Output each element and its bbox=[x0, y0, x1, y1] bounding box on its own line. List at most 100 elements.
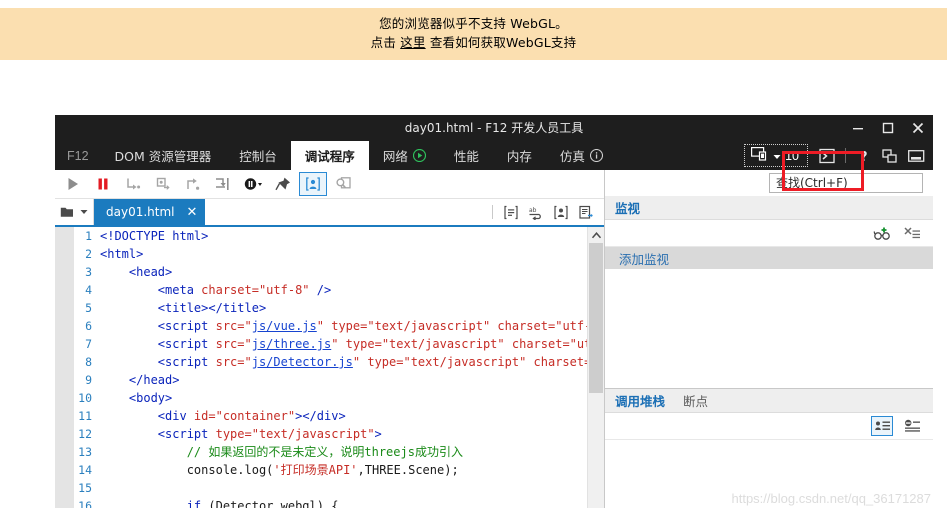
break-on-exceptions-button[interactable] bbox=[239, 172, 267, 196]
breakpoint-gutter[interactable] bbox=[55, 227, 74, 508]
file-tab-close-icon[interactable]: ✕ bbox=[187, 206, 198, 219]
tab-emulation[interactable]: 仿真 bbox=[546, 141, 617, 170]
show-external-code-button[interactable] bbox=[871, 416, 893, 436]
delete-all-watches-button[interactable] bbox=[901, 223, 923, 243]
code-line: 9 </head> bbox=[74, 371, 604, 389]
close-button[interactable] bbox=[903, 115, 933, 141]
code-token: charset= bbox=[201, 283, 259, 297]
line-number: 8 bbox=[85, 355, 92, 369]
code-line-text: <meta charset="utf-8" /> bbox=[100, 281, 331, 299]
code-token: src= bbox=[215, 355, 245, 369]
continue-button[interactable] bbox=[59, 172, 87, 196]
file-tab-row: day01.html ✕ ab bbox=[55, 199, 604, 227]
breakpoints-tab[interactable]: 断点 bbox=[683, 391, 708, 410]
code-token: (Detector.webgl) { bbox=[208, 499, 339, 508]
tab-network[interactable]: 网络 bbox=[369, 141, 440, 170]
code-token: type= bbox=[324, 319, 368, 333]
code-editor[interactable]: 1 <!DOCTYPE html> 2 <html> 3 <head> 4 <meta c… bbox=[55, 227, 604, 508]
tab-console[interactable]: 控制台 bbox=[225, 141, 291, 170]
tab-debugger[interactable]: 调试程序 bbox=[290, 141, 369, 170]
code-token: type= bbox=[338, 337, 382, 351]
code-line-text: // 如果返回的不是未定义，说明threejs成功引入 bbox=[100, 443, 463, 461]
code-line: 11 <div id="container"></div> bbox=[74, 407, 604, 425]
code-token: <div bbox=[157, 409, 194, 423]
code-token: type= bbox=[215, 427, 252, 441]
code-line-text: </head> bbox=[100, 371, 180, 389]
callstack-list[interactable]: https://blog.csdn.net/qq_36171287 bbox=[605, 440, 933, 508]
step-out-button[interactable] bbox=[179, 172, 207, 196]
code-token: ,THREE.Scene); bbox=[357, 463, 459, 477]
file-tab-day01[interactable]: day01.html ✕ bbox=[94, 199, 206, 225]
code-token: js/Detector.js bbox=[251, 355, 353, 369]
code-token: <script bbox=[157, 355, 216, 369]
break-on-new-worker-button[interactable] bbox=[209, 172, 237, 196]
search-input[interactable] bbox=[770, 174, 922, 192]
code-line: 1 <!DOCTYPE html> bbox=[74, 227, 604, 245]
f12-devtools-window: day01.html - F12 开发人员工具 F12 DOM 资源管理器 控制… bbox=[55, 115, 933, 508]
play-icon bbox=[68, 178, 78, 190]
source-map-icon bbox=[554, 205, 568, 219]
search-bar-row bbox=[605, 170, 933, 196]
undock-button[interactable] bbox=[877, 144, 903, 168]
toolbar-separator bbox=[845, 148, 846, 163]
tab-console-label: 控制台 bbox=[239, 149, 277, 164]
code-token: "text/javascript" bbox=[367, 319, 491, 333]
step-into-button[interactable] bbox=[149, 172, 177, 196]
code-line-text: <body> bbox=[100, 389, 172, 407]
hide-frames-button[interactable] bbox=[901, 416, 923, 436]
window-controls bbox=[843, 115, 933, 141]
line-number: 9 bbox=[85, 373, 92, 387]
pause-icon bbox=[98, 178, 108, 190]
code-line-text: console.log('打印场景API',THREE.Scene); bbox=[100, 461, 459, 479]
tab-performance[interactable]: 性能 bbox=[440, 141, 493, 170]
chevron-up-icon bbox=[591, 231, 601, 238]
pin-callstack-button[interactable] bbox=[269, 172, 297, 196]
webgl-help-link[interactable]: 这里 bbox=[400, 35, 425, 50]
tab-dom-explorer[interactable]: DOM 资源管理器 bbox=[101, 141, 226, 170]
show-external-code-icon bbox=[874, 421, 890, 430]
maximize-button[interactable] bbox=[873, 115, 903, 141]
help-button[interactable]: ? bbox=[851, 144, 877, 168]
pretty-print-button[interactable] bbox=[499, 201, 523, 223]
code-token: <!DOCTYPE html> bbox=[100, 229, 209, 243]
code-vertical-scrollbar[interactable] bbox=[587, 227, 604, 508]
add-watch-row[interactable]: 添加监视 bbox=[605, 247, 933, 269]
go-to-source-button[interactable] bbox=[574, 201, 598, 223]
tab-f12-label: F12 bbox=[67, 148, 89, 163]
callstack-tab[interactable]: 调用堆栈 bbox=[615, 391, 665, 410]
code-token: "text/javascript" bbox=[403, 355, 527, 369]
step-over-button[interactable] bbox=[119, 172, 147, 196]
break-all-button[interactable] bbox=[89, 172, 117, 196]
word-wrap-button[interactable]: ab bbox=[524, 201, 548, 223]
watch-list[interactable] bbox=[605, 269, 933, 389]
scrollbar-thumb[interactable] bbox=[589, 243, 603, 393]
tab-f12[interactable]: F12 bbox=[55, 141, 101, 170]
line-number: 14 bbox=[78, 463, 92, 477]
code-token: "utf-8" bbox=[258, 283, 310, 297]
open-file-button[interactable] bbox=[55, 199, 94, 225]
just-my-code-button[interactable] bbox=[299, 172, 327, 196]
add-watch-button[interactable] bbox=[871, 223, 893, 243]
watch-tab[interactable]: 监视 bbox=[615, 198, 640, 217]
search-box[interactable] bbox=[769, 173, 923, 193]
source-pane: day01.html ✕ ab 1 <!DOCTYPE html> 2 <htm… bbox=[55, 170, 605, 508]
tab-network-label: 网络 bbox=[382, 149, 408, 164]
editor-tools-separator bbox=[492, 205, 493, 219]
line-number: 12 bbox=[78, 427, 92, 441]
code-token: /> bbox=[309, 283, 332, 297]
console-toggle-button[interactable] bbox=[814, 144, 840, 168]
tab-dom-explorer-label: DOM 资源管理器 bbox=[114, 149, 212, 164]
source-map-button[interactable] bbox=[549, 201, 573, 223]
tab-debugger-label: 调试程序 bbox=[304, 149, 355, 164]
find-in-files-button[interactable] bbox=[329, 172, 357, 196]
go-to-source-icon bbox=[579, 205, 593, 219]
devtools-tabstrip: F12 DOM 资源管理器 控制台 调试程序 网络 性能 内存 仿真 10 ? bbox=[55, 141, 933, 191]
minimize-button[interactable] bbox=[843, 115, 873, 141]
dock-position-button[interactable] bbox=[903, 144, 929, 168]
svg-text:?: ? bbox=[860, 150, 868, 164]
open-file-icon bbox=[60, 207, 73, 217]
code-line-text: <title></title> bbox=[100, 299, 266, 317]
tab-memory[interactable]: 内存 bbox=[493, 141, 546, 170]
scroll-up-arrow[interactable] bbox=[588, 227, 604, 243]
browser-mode-selector[interactable]: 10 bbox=[744, 144, 808, 167]
